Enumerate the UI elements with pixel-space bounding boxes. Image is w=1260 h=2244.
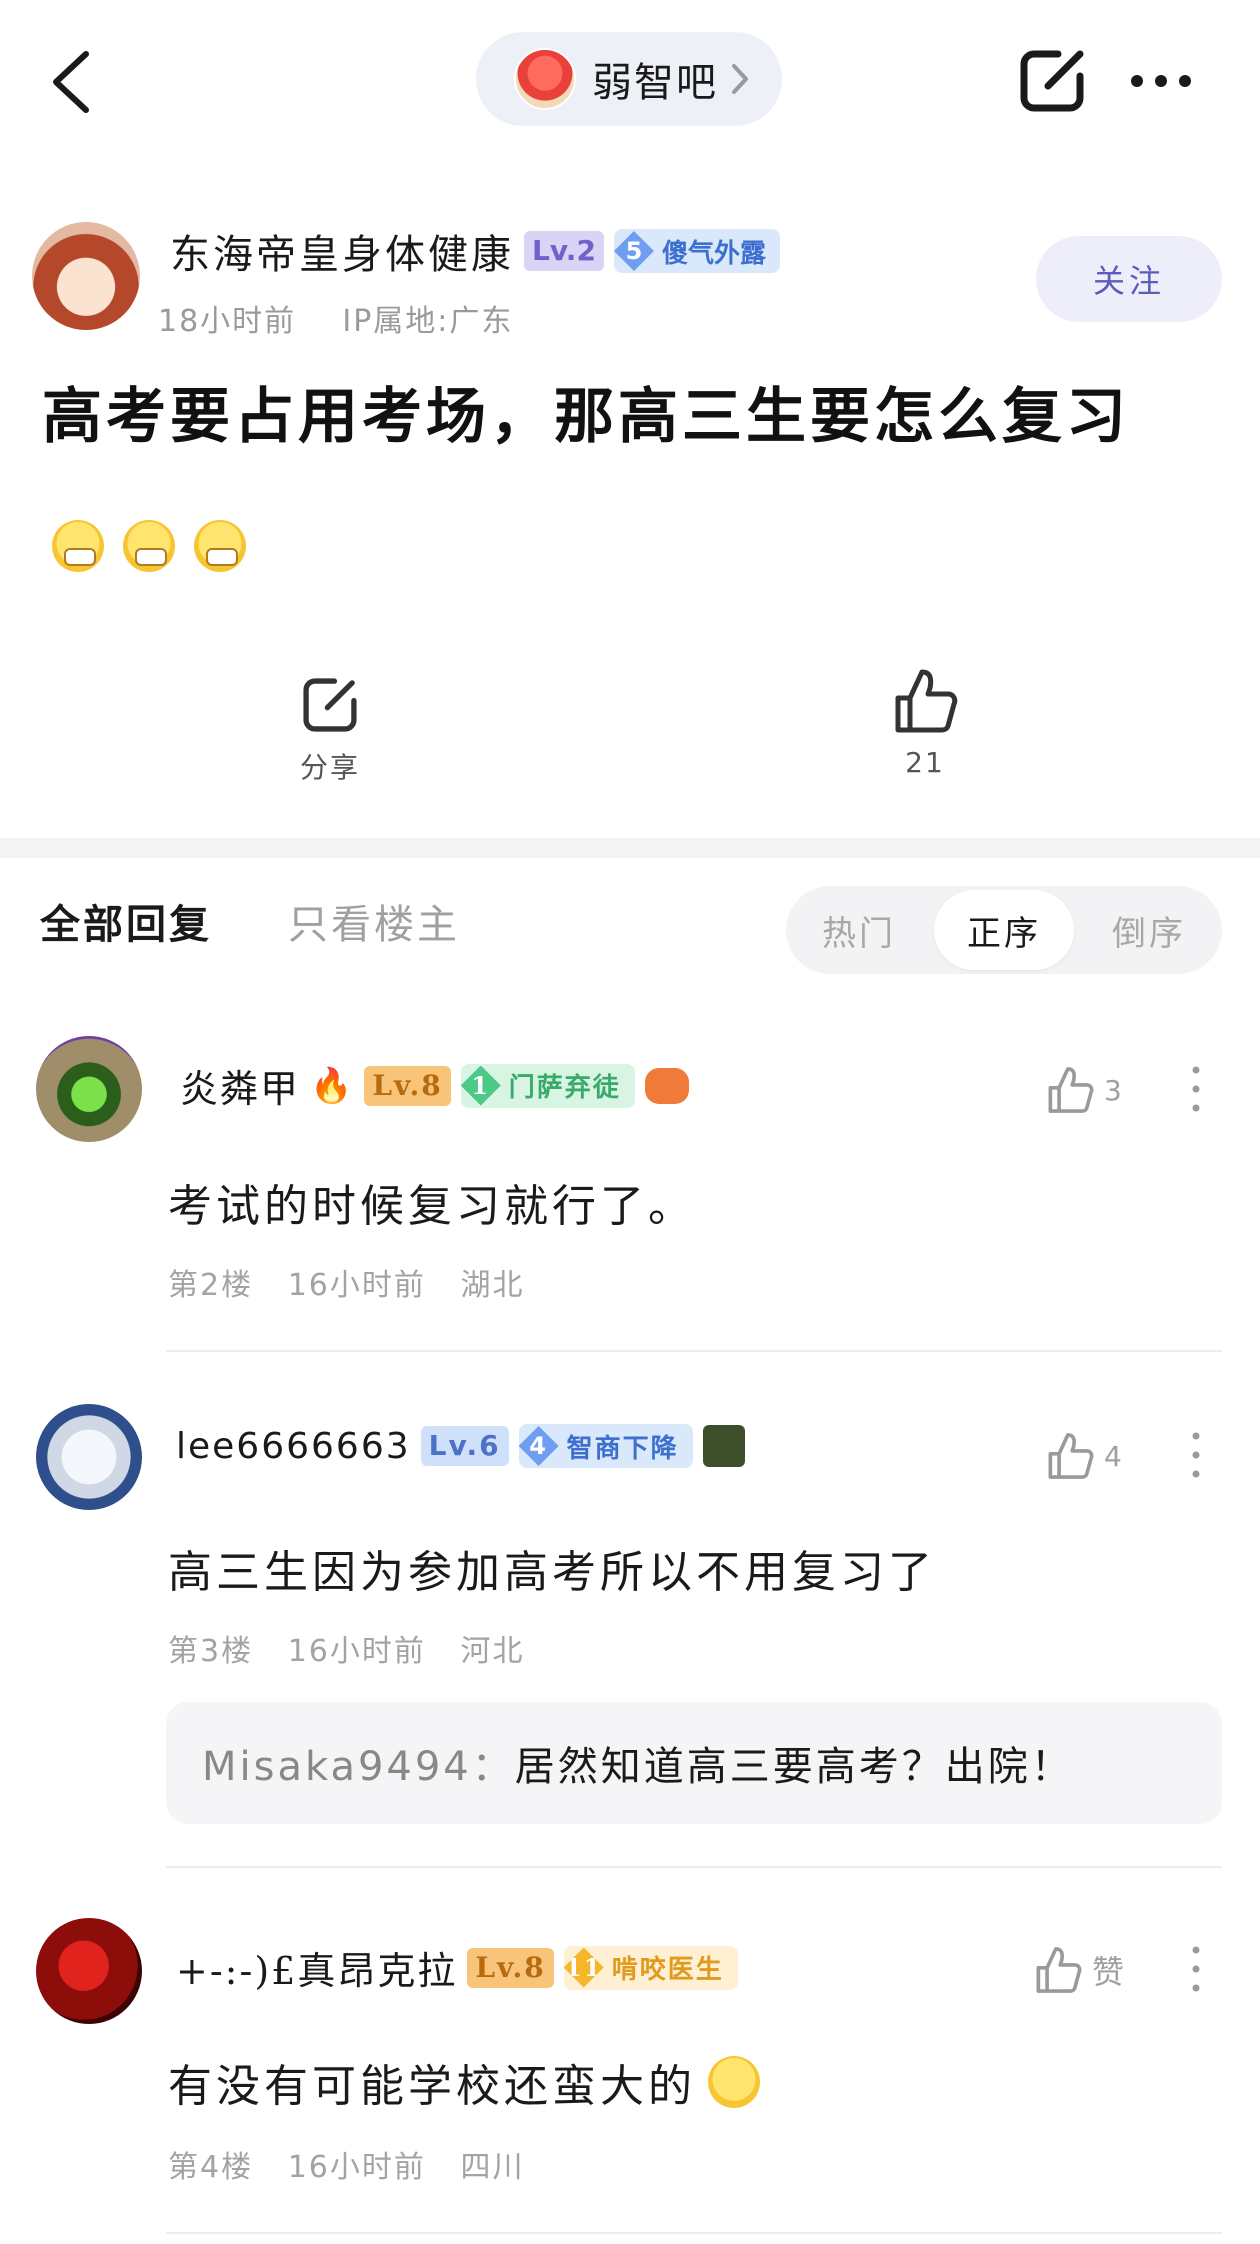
sub-reply-box[interactable]: Misaka9494： 居然知道高三要高考？出院！ xyxy=(166,1702,1222,1824)
comment-author-line: +-:-)£真昂克拉 Lv.8 11 啃咬医生 xyxy=(176,1940,738,1995)
grimace-emoji-icon xyxy=(194,520,246,572)
badge-text: 智商下降 xyxy=(566,1433,679,1464)
comment-text: 高三生因为参加高考所以不用复习了 xyxy=(168,1547,936,1598)
badge-gem-icon: 1 xyxy=(460,1065,501,1106)
more-vertical-icon[interactable] xyxy=(1192,1946,1200,1992)
sub-reply-text: 居然知道高三要高考？出院！ xyxy=(514,1744,1074,1790)
comment-location: 湖北 xyxy=(460,1268,525,1303)
forum-name: 弱智吧 xyxy=(592,60,718,106)
follow-button[interactable]: 关注 xyxy=(1036,236,1222,322)
forum-avatar xyxy=(514,48,576,110)
chevron-right-icon xyxy=(732,64,748,94)
comment-meta: 第2楼 16小时前 湖北 xyxy=(168,1260,525,1304)
author-line: 东海帝皇身体健康 Lv.2 5 傻气外露 xyxy=(170,222,780,280)
level-badge: Lv.8 xyxy=(467,1947,554,1988)
forum-entry-button[interactable]: 弱智吧 xyxy=(476,32,782,126)
more-vertical-icon[interactable] xyxy=(1192,1066,1200,1112)
like-count: 3 xyxy=(1104,1073,1122,1107)
comment-author-name[interactable]: lee6666663 xyxy=(176,1426,411,1467)
tab-owner-only[interactable]: 只看楼主 xyxy=(288,892,460,950)
divider xyxy=(166,2232,1222,2234)
comment-author-name[interactable]: +-:-)£真昂克拉 xyxy=(176,1940,457,1995)
fire-icon: 🔥 xyxy=(310,1065,355,1106)
like-label: 赞 xyxy=(1092,1953,1125,1991)
avatar[interactable] xyxy=(36,1918,142,2024)
like-count: 21 xyxy=(905,746,945,779)
tab-all-replies[interactable]: 全部回复 xyxy=(40,892,212,950)
badge-text: 傻气外露 xyxy=(661,238,766,269)
comment-time: 16小时前 xyxy=(287,2150,426,2185)
more-vertical-icon[interactable] xyxy=(1192,1432,1200,1478)
back-arrow-icon[interactable] xyxy=(48,50,100,114)
thumbs-up-icon xyxy=(895,669,958,733)
comment-text: 考试的时候复习就行了。 xyxy=(168,1181,696,1232)
level-badge: Lv.2 xyxy=(524,231,604,271)
comment-like-button[interactable]: 赞 xyxy=(1034,1944,1124,1996)
comment-meta: 第4楼 16小时前 四川 xyxy=(168,2142,525,2186)
thumbs-up-icon xyxy=(1048,1067,1094,1113)
comment-like-button[interactable]: 4 xyxy=(1046,1430,1122,1482)
badge-text: 门萨弃徒 xyxy=(508,1073,621,1103)
sort-toggle: 热门 正序 倒序 xyxy=(786,886,1222,974)
sort-descending[interactable]: 倒序 xyxy=(1076,886,1222,974)
comment-time: 16小时前 xyxy=(287,1634,426,1669)
grimace-emoji-icon xyxy=(123,520,175,572)
sub-reply-user[interactable]: Misaka9494： xyxy=(202,1734,515,1792)
floor-number: 第3楼 xyxy=(168,1634,254,1669)
divider xyxy=(166,1350,1222,1352)
badge-gem-icon: 11 xyxy=(563,1947,604,1988)
grimace-emoji-icon xyxy=(52,520,104,572)
divider xyxy=(166,1866,1222,1868)
sort-ascending[interactable]: 正序 xyxy=(934,890,1074,970)
author-avatar[interactable] xyxy=(32,222,140,330)
star-medal-icon xyxy=(702,1425,745,1467)
post-title: 高考要占用考场，那高三生要怎么复习 xyxy=(42,382,1130,452)
comment-location: 河北 xyxy=(460,1634,525,1669)
smile-emoji-icon xyxy=(708,2056,760,2108)
share-label: 分享 xyxy=(299,751,360,784)
gamepad-icon xyxy=(644,1067,689,1104)
avatar[interactable] xyxy=(36,1036,142,1142)
comment-like-button[interactable]: 3 xyxy=(1046,1064,1122,1116)
title-badge: 4 智商下降 xyxy=(518,1424,693,1468)
floor-number: 第2楼 xyxy=(168,1268,254,1303)
share-icon[interactable] xyxy=(1018,46,1088,116)
title-badge: 5 傻气外露 xyxy=(613,229,780,273)
title-badge: 11 啃咬医生 xyxy=(563,1945,738,1990)
post-time: 18小时前 xyxy=(158,304,297,339)
comment-time: 16小时前 xyxy=(287,1268,426,1303)
more-options-icon[interactable] xyxy=(1128,72,1194,90)
section-divider xyxy=(0,838,1260,858)
sort-hot[interactable]: 热门 xyxy=(786,886,932,974)
comment-meta: 第3楼 16小时前 河北 xyxy=(168,1626,525,1670)
floor-number: 第4楼 xyxy=(168,2150,254,2185)
title-badge: 1 门萨弃徒 xyxy=(460,1063,635,1108)
comment-author-name[interactable]: 炎粦甲 xyxy=(180,1058,300,1113)
level-badge: Lv.6 xyxy=(420,1426,509,1466)
badge-gem-icon: 5 xyxy=(613,231,654,271)
comment-text: 有没有可能学校还蛮大的 xyxy=(168,2061,696,2112)
share-icon xyxy=(303,678,357,732)
like-action-button[interactable]: 21 xyxy=(885,666,965,779)
like-count: 4 xyxy=(1104,1439,1122,1473)
level-badge: Lv.8 xyxy=(364,1065,451,1106)
comment-location: 四川 xyxy=(460,2150,525,2185)
avatar[interactable] xyxy=(36,1404,142,1510)
thumbs-up-icon xyxy=(1036,1947,1082,1993)
share-action-button[interactable]: 分享 xyxy=(290,674,370,786)
author-meta: 18小时前 IP属地:广东 xyxy=(158,296,513,340)
badge-gem-icon: 4 xyxy=(518,1426,559,1466)
comment-body: 有没有可能学校还蛮大的 xyxy=(168,2050,760,2114)
comment-author-line: 炎粦甲 🔥 Lv.8 1 门萨弃徒 xyxy=(180,1058,689,1113)
thumbs-up-icon xyxy=(1048,1433,1094,1479)
ip-location: IP属地:广东 xyxy=(342,304,514,339)
badge-text: 啃咬医生 xyxy=(611,1955,724,1985)
comment-author-line: lee6666663 Lv.6 4 智商下降 xyxy=(176,1424,745,1468)
author-name[interactable]: 东海帝皇身体健康 xyxy=(170,222,514,280)
